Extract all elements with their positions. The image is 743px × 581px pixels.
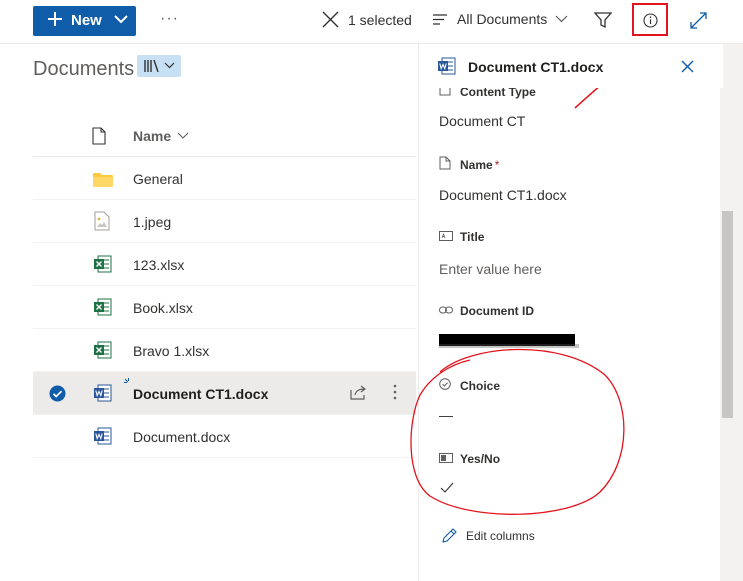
library-icon xyxy=(144,59,159,73)
choice-field-label: Choice xyxy=(439,378,500,393)
scrollbar-thumb[interactable] xyxy=(722,211,733,418)
more-actions-button[interactable]: ··· xyxy=(160,10,179,28)
close-icon[interactable] xyxy=(681,60,694,73)
view-options-icon xyxy=(433,13,447,25)
link-icon xyxy=(439,304,453,318)
chevron-down-icon xyxy=(555,15,568,23)
new-button[interactable]: New xyxy=(33,6,136,36)
list-item[interactable]: Book.xlsx xyxy=(33,286,416,329)
document-id-label: Document ID xyxy=(439,304,534,318)
document-list: Name General 1.jpeg 123.xlsx Book.xlsx B… xyxy=(33,114,416,458)
required-marker: * xyxy=(494,157,500,172)
details-pane: Document CT1.docx Content Type Document … xyxy=(418,44,723,581)
pencil-icon xyxy=(442,528,457,543)
excel-file-icon xyxy=(94,255,112,273)
close-icon xyxy=(322,11,339,28)
more-vertical-icon[interactable] xyxy=(393,384,397,400)
item-name[interactable]: 1.jpeg xyxy=(133,214,171,230)
library-view-button[interactable] xyxy=(137,55,181,77)
info-icon xyxy=(643,13,658,28)
details-pane-header: Document CT1.docx xyxy=(419,44,723,88)
list-item[interactable]: Bravo 1.xlsx xyxy=(33,329,416,372)
plus-icon xyxy=(48,12,62,26)
item-name[interactable]: Book.xlsx xyxy=(133,300,193,316)
page-title: Documents xyxy=(33,58,135,80)
new-item-icon xyxy=(124,378,129,383)
command-bar: New ··· 1 selected All Documents xyxy=(0,0,743,44)
clear-selection-button[interactable]: 1 selected xyxy=(322,11,412,28)
edit-columns-link[interactable]: Edit columns xyxy=(441,528,535,544)
choice-field-value[interactable]: — xyxy=(439,407,453,423)
chevron-down-icon xyxy=(114,15,128,24)
chevron-down-icon xyxy=(164,62,175,69)
view-name: All Documents xyxy=(457,11,548,27)
name-column-header[interactable]: Name xyxy=(133,128,171,144)
new-button-label: New xyxy=(71,12,102,29)
file-type-icon[interactable] xyxy=(92,127,106,145)
chevron-down-icon[interactable] xyxy=(177,132,189,139)
word-file-icon xyxy=(438,57,456,75)
toggle-icon xyxy=(439,452,453,466)
checkmark-circle-icon[interactable] xyxy=(49,385,66,402)
info-pane-button[interactable] xyxy=(632,3,668,36)
selected-count: 1 selected xyxy=(348,11,412,28)
name-field-label: Name * xyxy=(439,156,499,173)
item-name[interactable]: Bravo 1.xlsx xyxy=(133,343,209,359)
checkmark-icon[interactable] xyxy=(440,482,454,493)
list-item[interactable]: 1.jpeg xyxy=(33,200,416,243)
text-field-icon xyxy=(439,230,453,244)
list-item[interactable]: Document.docx xyxy=(33,415,416,458)
yesno-field-label: Yes/No xyxy=(439,452,500,466)
view-switcher[interactable]: All Documents xyxy=(432,11,568,27)
document-icon xyxy=(439,156,453,173)
image-file-icon xyxy=(94,211,110,231)
title-field-label: Title xyxy=(439,230,484,244)
folder-icon xyxy=(93,173,113,187)
item-name[interactable]: 123.xlsx xyxy=(133,257,184,273)
details-pane-title: Document CT1.docx xyxy=(468,59,604,75)
share-icon[interactable] xyxy=(350,385,367,400)
excel-file-icon xyxy=(94,298,112,316)
item-name[interactable]: Document.docx xyxy=(133,429,230,445)
item-name[interactable]: General xyxy=(133,171,183,187)
check-circle-icon xyxy=(439,378,453,393)
item-name[interactable]: Document CT1.docx xyxy=(133,386,268,402)
list-item[interactable]: 123.xlsx xyxy=(33,243,416,286)
content-type-value[interactable]: Document CT xyxy=(439,113,525,129)
expand-icon[interactable] xyxy=(690,12,707,29)
list-item-selected[interactable]: Document CT1.docx xyxy=(33,372,416,415)
filter-icon[interactable] xyxy=(594,12,612,29)
word-file-icon xyxy=(94,384,112,402)
redaction-residue xyxy=(439,344,579,348)
name-field-value[interactable]: Document CT1.docx xyxy=(439,187,567,203)
excel-file-icon xyxy=(94,341,112,359)
title-field-input[interactable]: Enter value here xyxy=(439,261,542,277)
list-header: Name xyxy=(33,114,416,157)
list-item[interactable]: General xyxy=(33,157,416,200)
word-file-icon xyxy=(94,427,112,445)
